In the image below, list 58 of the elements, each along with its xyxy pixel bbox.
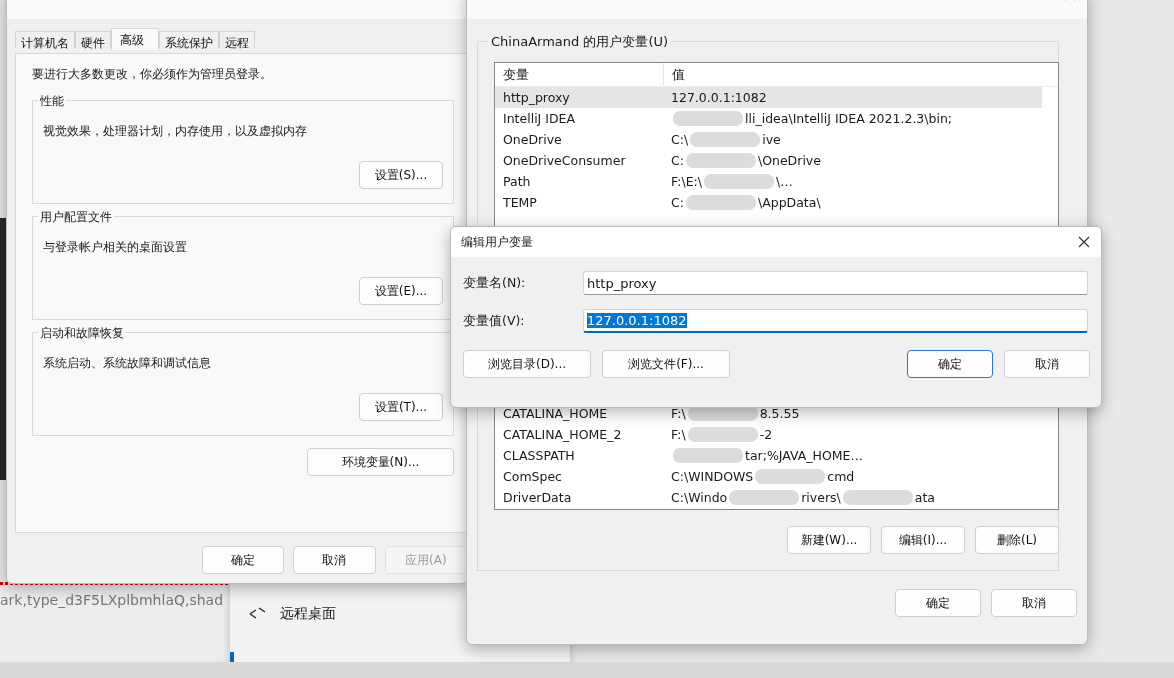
group-description: 视觉效果，处理器计划，内存使用，以及虚拟内存 xyxy=(43,123,308,140)
input-field[interactable]: http_proxy xyxy=(583,271,1088,295)
tab[interactable]: 计算机名 xyxy=(15,31,75,48)
group-description: 系统启动、系统故障和调试信息 xyxy=(43,355,212,372)
dialog-button[interactable]: 确定 xyxy=(907,350,993,378)
list-action-button[interactable]: 删除(L) xyxy=(975,526,1059,554)
dialog-button[interactable]: 浏览目录(D)... xyxy=(463,350,591,378)
redaction-mark xyxy=(690,132,761,147)
dialog-button[interactable]: 取消 xyxy=(991,589,1077,617)
list-action-button[interactable]: 新建(W)... xyxy=(787,526,871,554)
redaction-mark xyxy=(729,490,800,505)
dialog-button[interactable]: 浏览文件(F)... xyxy=(602,350,730,378)
dialog-button[interactable]: 确定 xyxy=(895,589,981,617)
group-title: ChinaArmand 的用户变量(U) xyxy=(488,33,672,51)
redaction-mark xyxy=(685,153,756,168)
environment-variables-button[interactable]: 环境变量(N)... xyxy=(307,448,454,476)
variable-row[interactable]: CLASSPATH tar;%JAVA_HOME… xyxy=(495,445,1042,466)
tab[interactable]: 系统保护 xyxy=(159,31,219,48)
list-action-button[interactable]: 编辑(I)... xyxy=(881,526,965,554)
tab[interactable]: 远程 xyxy=(219,31,255,48)
group-title: 用户配置文件 xyxy=(38,209,114,226)
redaction-mark xyxy=(755,469,826,484)
settings-item[interactable]: 远程桌面 xyxy=(280,605,336,623)
dialog-button[interactable]: 确定 xyxy=(202,546,285,574)
variable-row[interactable]: TEMP C: \AppData\ xyxy=(495,192,1042,213)
browser-text: ark,type_d3F5LXplbmhlaQ,shad xyxy=(0,592,224,608)
input-field[interactable]: 127.0.0.1:1082 xyxy=(583,309,1088,333)
dialog-button[interactable]: 取消 xyxy=(293,546,376,574)
close-icon[interactable] xyxy=(1077,235,1091,249)
redaction-mark xyxy=(685,195,756,210)
group-description: 与登录帐户相关的桌面设置 xyxy=(43,239,188,256)
settings-button[interactable]: 设置(S)... xyxy=(359,161,443,189)
variable-row[interactable]: Path F:\E:\ \… xyxy=(495,171,1042,192)
tab[interactable]: 高级 xyxy=(111,28,159,50)
notice-text: 要进行大多数更改，你必须作为管理员登录。 xyxy=(32,66,273,83)
redaction-mark xyxy=(842,490,913,505)
settings-button[interactable]: 设置(E)... xyxy=(359,277,443,305)
column-header[interactable]: 变量 xyxy=(495,63,664,86)
variable-row[interactable]: http_proxy 127.0.0.1:1082 xyxy=(495,87,1042,108)
variable-row[interactable]: CATALINA_HOME_2 F:\ -2 xyxy=(495,424,1042,445)
redaction-mark xyxy=(673,111,743,126)
settings-button[interactable]: 设置(T)... xyxy=(359,393,443,421)
variable-row[interactable]: ComSpec C:\WINDOWS cmd xyxy=(495,466,1042,487)
dialog-button[interactable]: 取消 xyxy=(1004,350,1090,378)
variable-row[interactable]: OneDriveConsumer C: \OneDrive xyxy=(495,150,1042,171)
group-title: 启动和故障恢复 xyxy=(38,325,126,342)
redaction-mark xyxy=(673,448,743,463)
column-header[interactable]: 值 xyxy=(664,65,685,84)
tab[interactable]: 硬件 xyxy=(75,31,111,48)
redaction-mark xyxy=(703,174,774,189)
group-title: 性能 xyxy=(38,93,66,110)
redaction-mark xyxy=(687,427,758,442)
variable-row[interactable]: IntelliJ IDEA lli_idea\IntelliJ IDEA 2021.2.3\bin; xyxy=(495,108,1042,129)
variable-row[interactable]: OneDrive C:\ ive xyxy=(495,129,1042,150)
field-label: 变量名(N): xyxy=(463,274,527,292)
dialog-title: 编辑用户变量 xyxy=(461,233,533,251)
variable-row[interactable]: DriverData C:\Windo rivers\ ata xyxy=(495,487,1042,508)
field-label: 变量值(V): xyxy=(463,312,526,330)
